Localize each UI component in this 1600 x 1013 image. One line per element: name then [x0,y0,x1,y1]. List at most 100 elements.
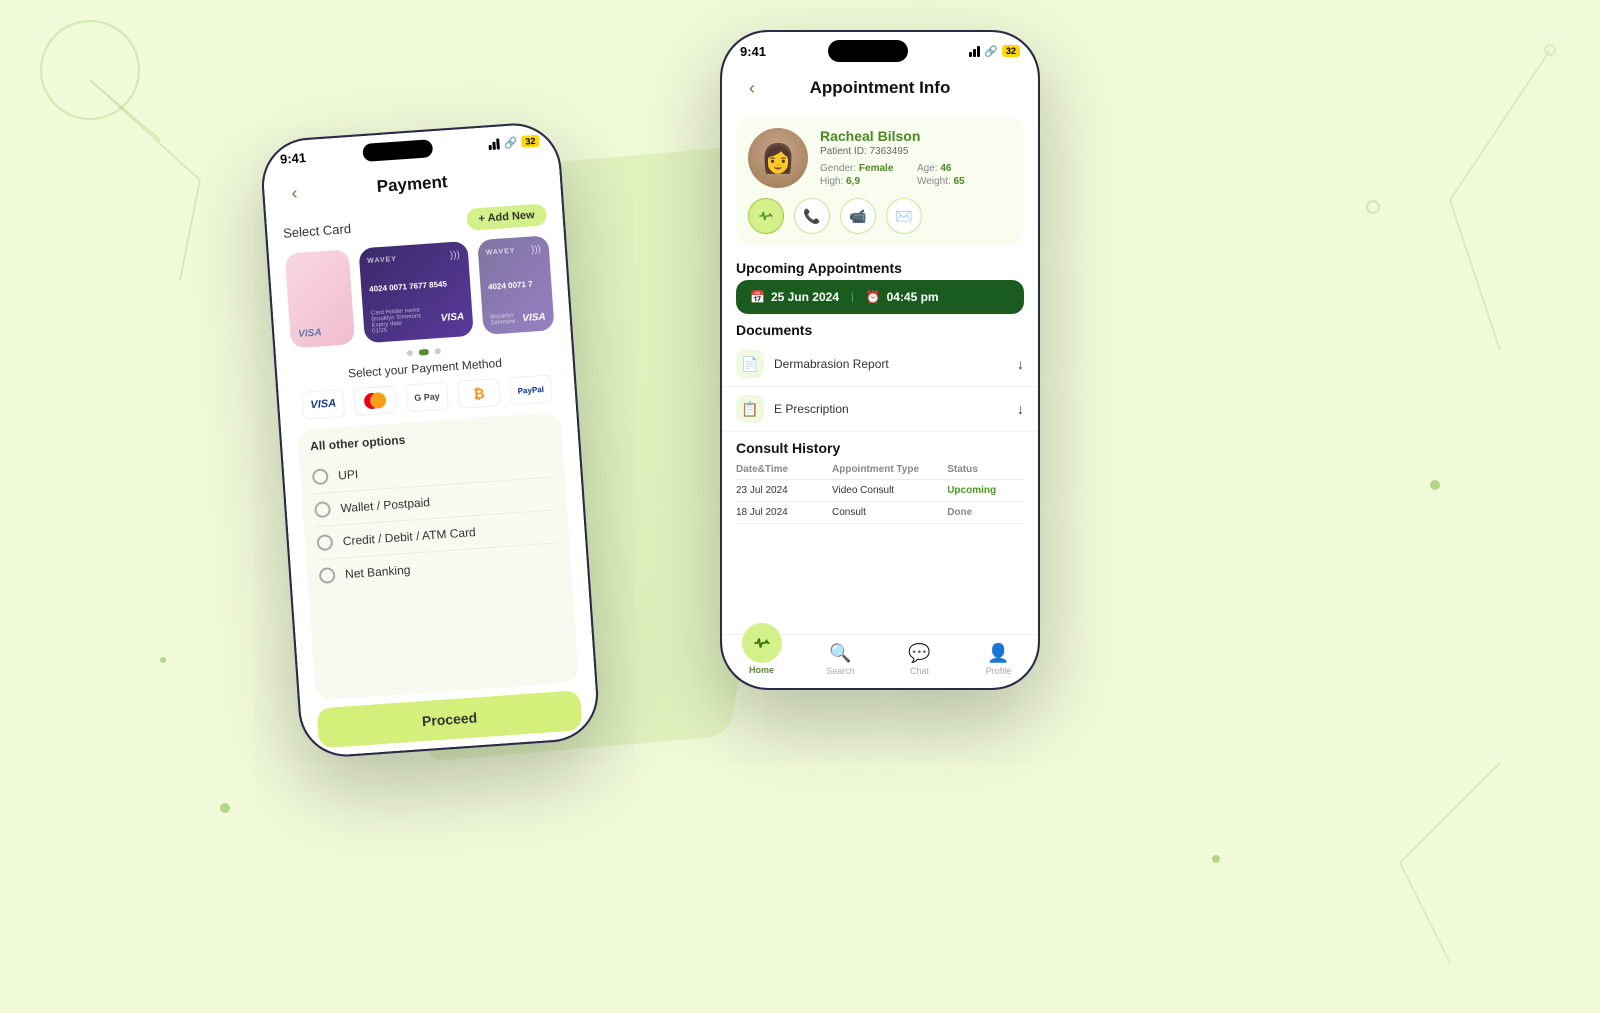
nfc-icon: ))) [449,249,460,261]
doc-icon-2: 📋 [736,395,764,423]
high-label: High: [820,176,846,187]
right-status-icons: 🔗 32 [969,45,1020,58]
card-dark-main[interactable]: WAVEY ))) 4024 0071 7677 8545 Card Holde… [358,241,473,343]
chat-nav-icon: 💬 [908,643,930,664]
bg-circle-2 [1366,200,1380,214]
consult-row-1: 23 Jul 2024 Video Consult Upcoming [736,480,1024,502]
mc-circles [360,392,391,410]
card2-nfc: ))) [531,244,542,256]
spacer [722,524,1038,634]
card2-bottom: Brooklyn Simmons VISA [490,311,546,327]
consult-date-2: 18 Jul 2024 [736,507,832,518]
signal-bars [488,138,500,150]
payment-screen: Select Card + Add New VISA WAVEY ))) 402… [266,196,599,757]
upcoming-title: Upcoming Appointments [722,252,1038,280]
nav-home[interactable]: Home [722,643,801,676]
visa-payment-icon[interactable]: VISA [301,389,345,420]
dot-1 [407,350,413,356]
right-time: 9:41 [740,44,766,59]
col-datetime: Date&Time [736,464,832,475]
bg-dot-1 [220,803,230,813]
mastercard-payment-icon[interactable] [353,385,397,416]
age-value: 46 [940,163,951,174]
right-wifi-icon: 🔗 [984,45,998,58]
col-type: Appointment Type [832,464,947,475]
left-phone: 9:41 🔗 32 ‹ Payment Select Card + Add [259,120,602,759]
right-back-button[interactable]: ‹ [738,74,766,102]
download-icon-2[interactable]: ↓ [1017,401,1024,417]
signal-bar-3 [496,138,500,149]
right-phone-screen: 9:41 🔗 32 ‹ Appointment Info [722,32,1038,688]
card-radio[interactable] [316,534,333,551]
netbanking-radio[interactable] [319,567,336,584]
patient-id: Patient ID: 7363495 [820,146,1012,157]
paypal-text: PayPal [517,384,544,395]
profile-nav-icon: 👤 [987,643,1009,664]
appt-separator: | [851,292,854,303]
gender-value: Female [859,163,893,174]
home-nav-label: Home [749,665,774,675]
col-status: Status [947,464,1024,475]
weight-value: 65 [954,176,965,187]
signal-bar-2 [493,141,497,149]
proceed-button[interactable]: Proceed [316,690,582,748]
patient-name: Racheal Bilson [820,128,1012,144]
home-nav-icon [742,623,782,663]
wifi-icon: 🔗 [503,136,518,150]
card2-top: WAVEY ))) [485,244,541,259]
bottom-nav: Home 🔍 Search 💬 Chat 👤 Profile [722,634,1038,688]
wallet-radio[interactable] [314,501,331,518]
left-back-button[interactable]: ‹ [279,178,309,208]
patient-stats: Gender: Female Age: 46 High: 6,9 [820,163,1012,187]
gpay-payment-icon[interactable]: G Pay [405,382,449,413]
patient-info: Racheal Bilson Patient ID: 7363495 Gende… [820,128,1012,187]
message-action-btn[interactable]: ✉️ [886,198,922,234]
nav-search[interactable]: 🔍 Search [801,643,880,676]
video-action-btn[interactable]: 📹 [840,198,876,234]
bitcoin-payment-icon[interactable]: ₿ [457,378,501,409]
clock-icon: ⏰ [866,290,881,304]
netbanking-label: Net Banking [345,563,411,582]
appointment-time: ⏰ 04:45 pm [866,290,939,304]
gender-stat: Gender: Female [820,163,915,174]
r-sig-2 [973,49,976,57]
gender-label: Gender: [820,163,859,174]
health-action-btn[interactable] [748,198,784,234]
left-screen-title: Payment [308,167,517,201]
appt-date-text: 25 Jun 2024 [771,290,839,304]
profile-nav-label: Profile [986,666,1012,676]
visa-logo-pink: VISA [298,327,322,340]
card-number: 4024 0071 7677 8545 [369,278,462,293]
consult-row-2: 18 Jul 2024 Consult Done [736,502,1024,524]
r-sig-3 [977,46,980,57]
r-sig-1 [969,52,972,57]
nav-profile[interactable]: 👤 Profile [959,643,1038,676]
visa-logo-dark-2: VISA [522,311,546,324]
right-screen-title: Appointment Info [766,78,994,98]
card-holder-info: Card Holder name Brooklyn Simmons Expiry… [371,307,423,334]
download-icon-1[interactable]: ↓ [1017,356,1024,372]
signal-bar-1 [489,144,492,149]
consult-history-title: Consult History [722,432,1038,460]
doc-name-1: Dermabrasion Report [774,357,1007,371]
visa-logo-dark: VISA [440,311,464,324]
card2-holder: Brooklyn Simmons [490,312,523,326]
right-phone: 9:41 🔗 32 ‹ Appointment Info [720,30,1040,690]
add-new-button[interactable]: + Add New [466,203,547,231]
call-action-btn[interactable]: 📞 [794,198,830,234]
high-stat: High: 6,9 [820,176,915,187]
high-value: 6,9 [846,176,860,187]
bg-dot-2 [160,657,166,663]
doc-icon-1: 📄 [736,350,764,378]
payment-method-section: Select your Payment Method VISA G Pay [277,351,595,702]
consult-type-1: Video Consult [832,485,947,496]
patient-avatar: 👩 [748,128,808,188]
paypal-payment-icon[interactable]: PayPal [509,374,553,405]
gpay-text: G Pay [414,391,440,403]
card-top-row: WAVEY ))) [367,249,460,266]
nav-chat[interactable]: 💬 Chat [880,643,959,676]
upi-radio[interactable] [312,468,329,485]
left-phone-screen: 9:41 🔗 32 ‹ Payment Select Card + Add [261,122,599,757]
appt-time-text: 04:45 pm [887,290,939,304]
left-battery: 32 [521,135,540,148]
